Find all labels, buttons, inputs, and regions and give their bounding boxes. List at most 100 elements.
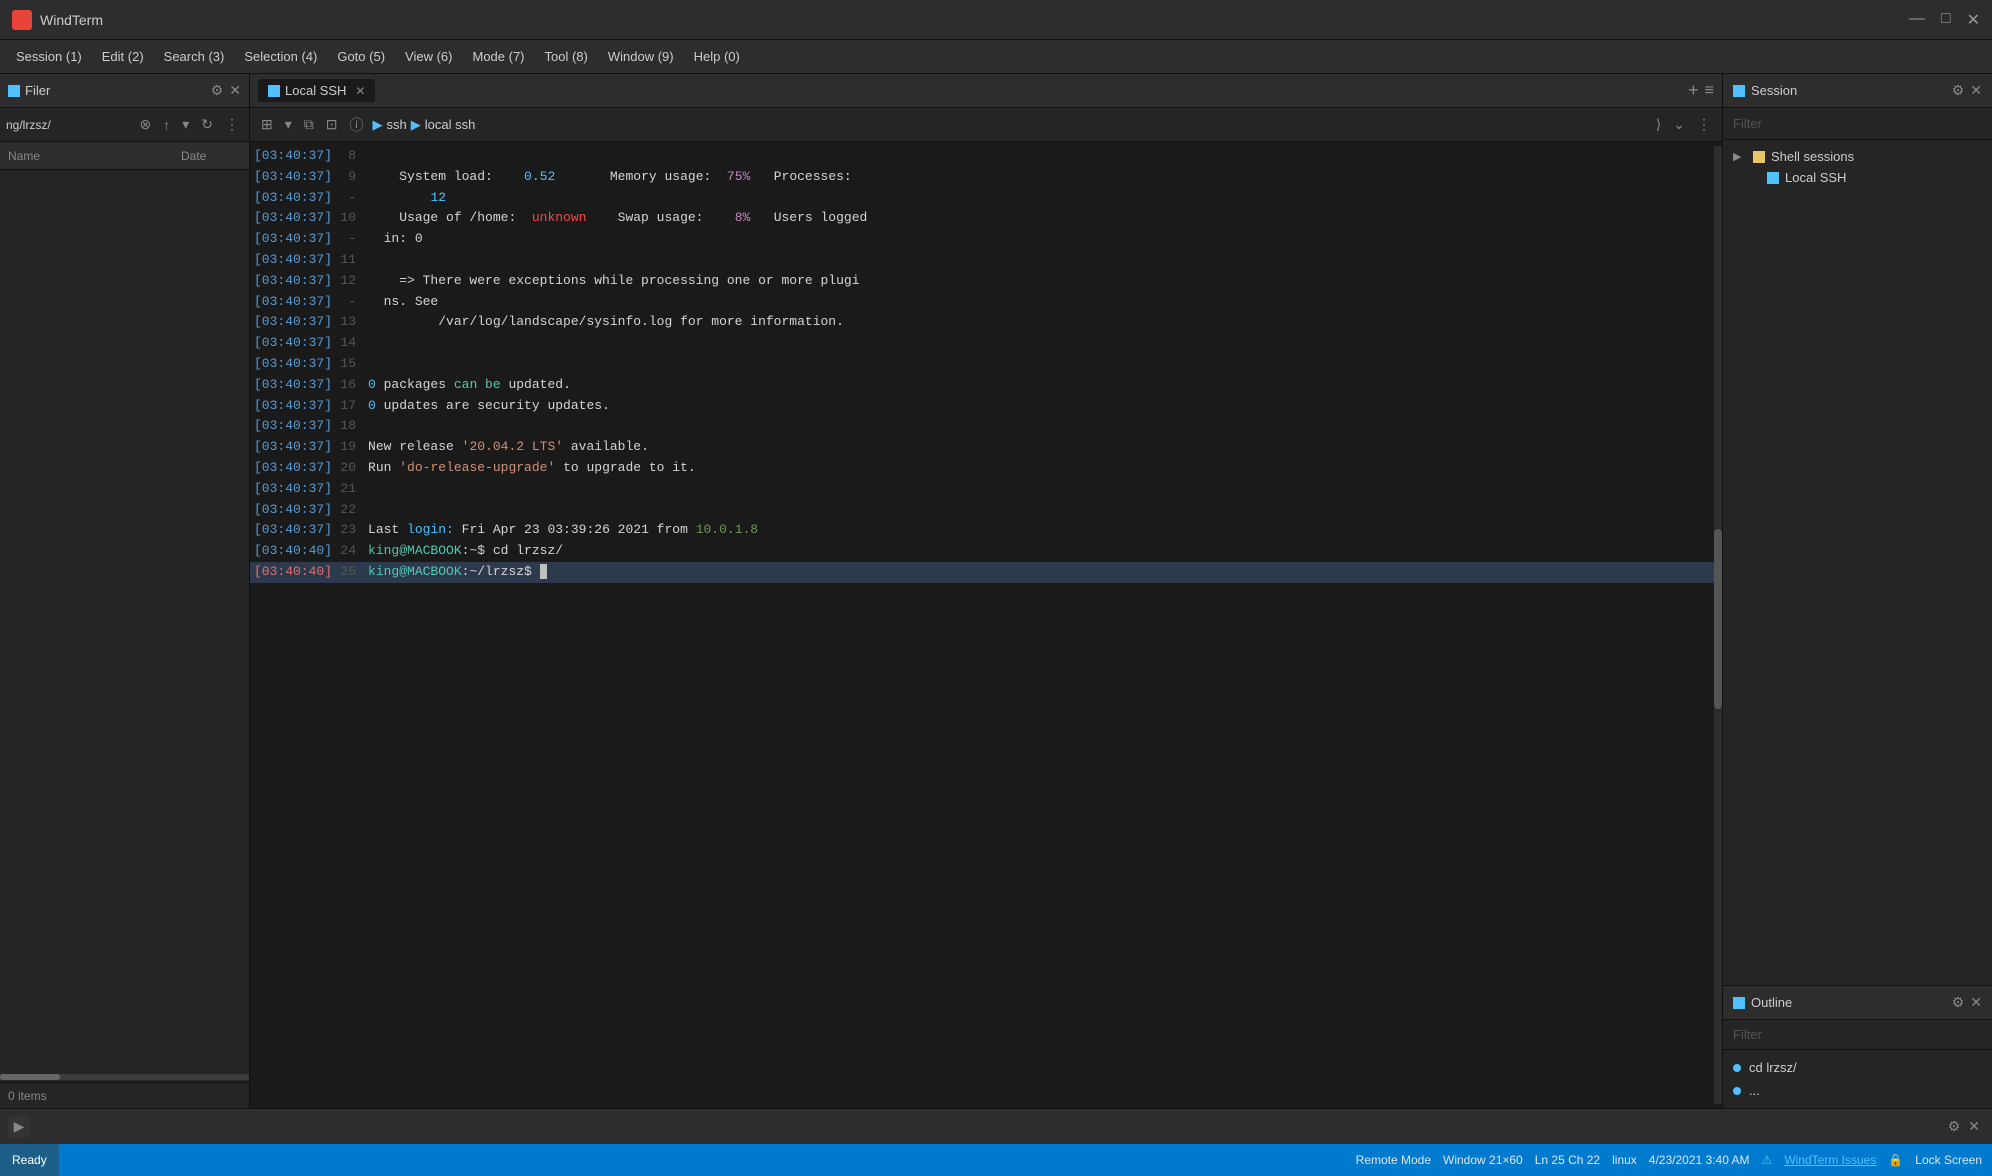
session-tree: ▶ Shell sessions Local SSH — [1723, 140, 1992, 985]
terminal-path-arrow: ▶ — [373, 117, 383, 133]
close-button[interactable]: ✕ — [1967, 10, 1980, 30]
filer-item-count: 0 items — [8, 1089, 47, 1103]
terminal-new-session-btn[interactable]: ⊞ — [258, 114, 276, 135]
terminal-info-btn[interactable]: ⓘ — [347, 113, 367, 137]
timestamp: [03:40:37] — [254, 229, 332, 250]
outline-settings-icon[interactable]: ⚙ — [1952, 994, 1965, 1011]
status-os: linux — [1612, 1153, 1637, 1167]
filer-content — [0, 170, 249, 1082]
filer-settings-icon[interactable]: ⚙ — [211, 82, 224, 99]
terminal-tab-local-ssh[interactable]: Local SSH ✕ — [258, 79, 375, 102]
maximize-button[interactable]: □ — [1941, 10, 1951, 30]
timestamp: [03:40:37] — [254, 396, 332, 417]
terminal-tab-close-btn[interactable]: ✕ — [355, 84, 365, 98]
menu-window[interactable]: Window (9) — [600, 45, 682, 68]
session-tree-item-local-ssh[interactable]: Local SSH — [1723, 167, 1992, 188]
line-number: 17 — [332, 396, 368, 417]
line-number: - — [332, 188, 368, 209]
filer-tab-icon — [8, 85, 20, 97]
line-number: 21 — [332, 479, 368, 500]
menu-view[interactable]: View (6) — [397, 45, 460, 68]
filer-clear-btn[interactable]: ⊗ — [136, 114, 156, 135]
terminal-line: [03:40:37] 8 — [250, 146, 1714, 167]
terminal-content[interactable]: [03:40:37] 8 [03:40:37] 9 System load: 0… — [250, 142, 1722, 1108]
session-close-icon[interactable]: ✕ — [1970, 82, 1982, 99]
bottom-panel-right: ⚙ ✕ — [1944, 1116, 1984, 1137]
terminal-expand-btn[interactable]: ⟩ — [1653, 114, 1664, 135]
terminal-path-local-ssh: local ssh — [425, 117, 476, 132]
terminal-toolbar-more-btn[interactable]: ⋮ — [1694, 114, 1714, 135]
menu-search[interactable]: Search (3) — [156, 45, 233, 68]
filer-scrollbar-thumb[interactable] — [0, 1074, 60, 1080]
terminal-path-separator: ▶ — [411, 117, 421, 133]
terminal-line: [03:40:37] 16 0 packages can be updated. — [250, 375, 1714, 396]
filer-col-date: Date — [181, 149, 241, 163]
timestamp: [03:40:37] — [254, 292, 332, 313]
terminal-line: [03:40:37] 13 /var/log/landscape/sysinfo… — [250, 312, 1714, 333]
minimize-button[interactable]: — — [1909, 10, 1925, 30]
lock-icon: 🔒 — [1888, 1153, 1903, 1167]
filer-up-btn[interactable]: ↑ — [159, 115, 174, 135]
filer-close-icon[interactable]: ✕ — [229, 82, 241, 99]
terminal-line: [03:40:37] 23 Last login: Fri Apr 23 03:… — [250, 520, 1714, 541]
terminal-line: [03:40:37] 20 Run 'do-release-upgrade' t… — [250, 458, 1714, 479]
menu-tool[interactable]: Tool (8) — [537, 45, 596, 68]
line-number: 10 — [332, 208, 368, 229]
terminal-scrollbar-thumb[interactable] — [1714, 529, 1722, 709]
menu-goto[interactable]: Goto (5) — [329, 45, 393, 68]
menu-help[interactable]: Help (0) — [686, 45, 748, 68]
status-lock-screen[interactable]: Lock Screen — [1915, 1153, 1982, 1167]
shell-sessions-label: Shell sessions — [1771, 149, 1854, 164]
menu-edit[interactable]: Edit (2) — [94, 45, 152, 68]
filer-status-bar: 0 items — [0, 1082, 249, 1108]
filer-dropdown-btn[interactable]: ▾ — [178, 114, 193, 135]
terminal-duplicate-btn[interactable]: ⊡ — [323, 114, 341, 135]
timestamp: [03:40:37] — [254, 167, 332, 188]
session-filter-placeholder[interactable]: Filter — [1733, 116, 1762, 131]
terminal-add-tab-btn[interactable]: + — [1688, 80, 1699, 101]
filer-column-header: Name Date — [0, 142, 249, 170]
menu-mode[interactable]: Mode (7) — [464, 45, 532, 68]
terminal-line: [03:40:37] 10 Usage of /home: unknown Sw… — [250, 208, 1714, 229]
timestamp: [03:40:37] — [254, 271, 332, 292]
filer-scrollbar[interactable] — [0, 1074, 249, 1080]
outline-item-ellipsis[interactable]: ... — [1723, 1079, 1992, 1102]
status-issues-link[interactable]: WindTerm Issues — [1784, 1153, 1876, 1167]
outline-filter-placeholder[interactable]: Filter — [1733, 1027, 1762, 1042]
session-settings-icon[interactable]: ⚙ — [1952, 82, 1965, 99]
bottom-settings-icon[interactable]: ⚙ — [1944, 1116, 1965, 1137]
terminal-split-btn[interactable]: ⧉ — [301, 114, 317, 135]
filer-refresh-btn[interactable]: ↻ — [197, 114, 217, 135]
bottom-terminal-icon[interactable]: ▶ — [8, 1116, 30, 1138]
terminal-collapse-btn[interactable]: ⌄ — [1670, 114, 1688, 135]
timestamp: [03:40:37] — [254, 375, 332, 396]
filer-panel: Filer ⚙ ✕ ng/lrzsz/ ⊗ ↑ ▾ ↻ ⋮ Name Date … — [0, 74, 250, 1108]
session-tree-item-shell-sessions[interactable]: ▶ Shell sessions — [1723, 146, 1992, 167]
terminal-path-ssh: ssh — [387, 117, 407, 132]
line-content: => There were exceptions while processin… — [368, 271, 859, 292]
outline-close-icon[interactable]: ✕ — [1970, 994, 1982, 1011]
window-controls: — □ ✕ — [1909, 10, 1980, 30]
session-folder-icon — [1753, 151, 1765, 163]
title-bar: WindTerm — □ ✕ — [0, 0, 1992, 40]
menu-session[interactable]: Session (1) — [8, 45, 90, 68]
line-number: - — [332, 292, 368, 313]
session-title-icon — [1733, 85, 1745, 97]
terminal-tab-menu-btn[interactable]: ≡ — [1705, 82, 1714, 100]
menu-selection[interactable]: Selection (4) — [236, 45, 325, 68]
filer-more-btn[interactable]: ⋮ — [221, 114, 243, 135]
outline-filter-bar: Filter — [1723, 1020, 1992, 1050]
outline-item-cd-lrzsz[interactable]: cd lrzsz/ — [1723, 1056, 1992, 1079]
status-mode: Remote Mode — [1356, 1153, 1431, 1167]
outline-panel: Outline ⚙ ✕ Filter cd lrzsz/ ... — [1723, 985, 1992, 1108]
terminal-scrollbar[interactable] — [1714, 146, 1722, 1104]
bottom-panel: ▶ ⚙ ✕ — [0, 1108, 1992, 1144]
terminal-dropdown-btn[interactable]: ▾ — [282, 114, 295, 135]
bottom-close-icon[interactable]: ✕ — [1964, 1116, 1984, 1137]
status-ready-text: Ready — [12, 1153, 47, 1167]
line-content: New release '20.04.2 LTS' available. — [368, 437, 649, 458]
line-content: System load: 0.52 Memory usage: 75% Proc… — [368, 167, 875, 188]
outline-item-label: cd lrzsz/ — [1749, 1060, 1797, 1075]
terminal-line: [03:40:37] 17 0 updates are security upd… — [250, 396, 1714, 417]
line-content: Last login: Fri Apr 23 03:39:26 2021 fro… — [368, 520, 758, 541]
